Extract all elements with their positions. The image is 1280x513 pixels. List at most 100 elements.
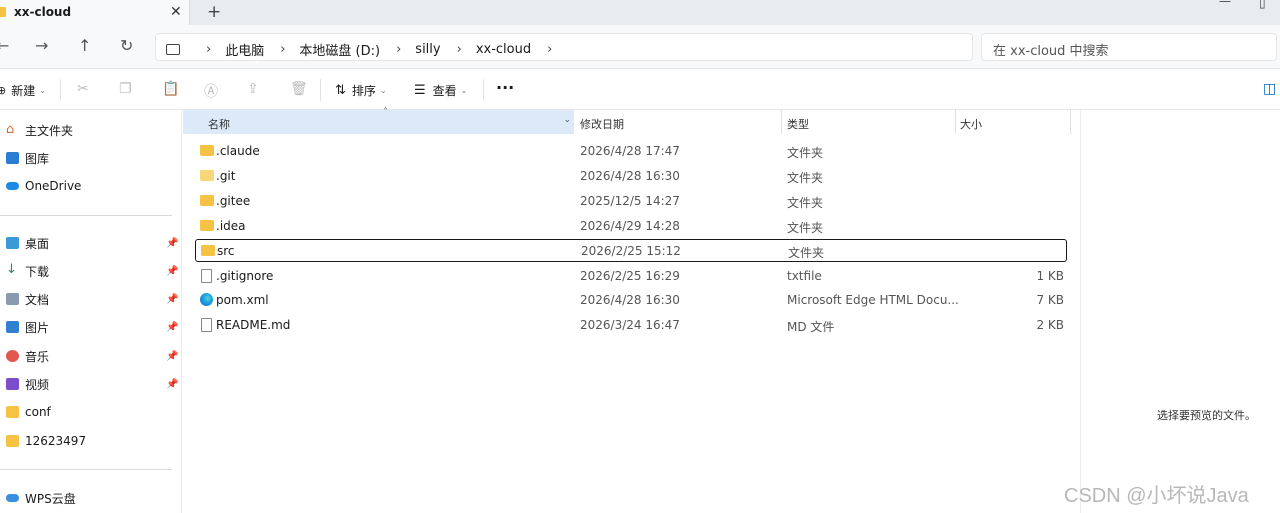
- sidebar-item-label: 12623497: [25, 434, 87, 448]
- breadcrumb-silly[interactable]: silly: [415, 42, 440, 57]
- pin-icon[interactable]: 📌: [166, 322, 178, 333]
- file-name: .idea: [216, 219, 246, 233]
- view-button[interactable]: ☰ 查看 ⌄: [414, 82, 467, 99]
- divider: [60, 79, 61, 101]
- file-name: src: [217, 244, 235, 258]
- maximize-button[interactable]: ▯: [1259, 0, 1266, 10]
- file-row-src[interactable]: src 2026/2/25 15:12 文件夹: [195, 239, 1067, 262]
- chevron-down-icon[interactable]: ⌄: [563, 115, 571, 125]
- sidebar-item-documents[interactable]: 文档 📌: [0, 288, 182, 310]
- divider: [483, 79, 484, 101]
- minimize-button[interactable]: —: [1219, 0, 1231, 8]
- details-pane-icon[interactable]: ◫: [1263, 81, 1276, 97]
- file-type: 文件夹: [787, 171, 824, 185]
- folder-icon: [201, 245, 215, 256]
- breadcrumb-xx-cloud[interactable]: xx-cloud: [476, 42, 531, 57]
- new-tab-button[interactable]: +: [207, 1, 221, 23]
- sidebar-item-gallery[interactable]: 图库: [0, 147, 182, 169]
- sidebar-item-label: 主文件夹: [25, 123, 74, 138]
- sort-button[interactable]: ⇅ 排序 ⌄: [335, 82, 387, 99]
- file-row-gitignore[interactable]: .gitignore 2026/2/25 16:29 txtfile 1 KB: [195, 265, 1067, 287]
- folder-icon: [200, 195, 214, 206]
- file-row-idea[interactable]: .idea 2026/4/29 14:28 文件夹: [195, 215, 1067, 237]
- share-icon[interactable]: ⇪: [247, 81, 259, 97]
- column-name-label: 名称: [208, 118, 230, 131]
- file-date: 2026/4/28 16:30: [580, 293, 680, 307]
- pin-icon[interactable]: 📌: [166, 351, 178, 362]
- sidebar-item-music[interactable]: 音乐 📌: [0, 345, 182, 367]
- folder-icon: [6, 435, 19, 447]
- chevron-right-icon[interactable]: ›: [206, 42, 211, 57]
- watermark: CSDN @小坏说Java: [1064, 485, 1249, 507]
- column-size[interactable]: 大小: [955, 110, 1070, 134]
- pin-icon[interactable]: 📌: [166, 266, 178, 277]
- divider: [0, 215, 172, 216]
- sidebar-item-pictures[interactable]: 图片 📌: [0, 316, 182, 338]
- sidebar-item-home[interactable]: ⌂ 主文件夹: [0, 119, 182, 141]
- paste-icon[interactable]: 📋: [162, 81, 179, 97]
- close-tab-icon[interactable]: ✕: [170, 3, 182, 21]
- forward-button[interactable]: →: [35, 35, 48, 57]
- pin-icon[interactable]: 📌: [166, 379, 178, 390]
- file-list: 名称 ˄ ⌄ 修改日期 类型 大小 .claude 2026/4/28 17:4…: [183, 107, 1080, 513]
- pin-icon[interactable]: 📌: [166, 238, 178, 249]
- sidebar-item-label: 文档: [25, 292, 50, 307]
- divider: [320, 79, 321, 101]
- copy-icon[interactable]: ❐: [119, 81, 132, 97]
- cloud-icon: [6, 494, 19, 502]
- chevron-right-icon[interactable]: ›: [396, 42, 401, 57]
- delete-icon[interactable]: 🗑: [290, 81, 308, 97]
- file-row-claude[interactable]: .claude 2026/4/28 17:47 文件夹: [195, 140, 1067, 162]
- pin-icon[interactable]: 📌: [166, 294, 178, 305]
- sidebar-item-desktop[interactable]: 桌面 📌: [0, 232, 182, 254]
- preview-pane: 选择要预览的文件。: [1080, 110, 1280, 513]
- sidebar-item-downloads[interactable]: ↓ 下载 📌: [0, 260, 182, 282]
- file-row-git[interactable]: .git 2026/4/28 16:30 文件夹: [195, 165, 1067, 187]
- new-label: 新建: [11, 84, 36, 98]
- title-bar: xx-cloud ✕ + — ▯: [0, 0, 1280, 25]
- pictures-icon: [6, 321, 19, 333]
- back-button[interactable]: ←: [0, 35, 9, 57]
- column-date[interactable]: 修改日期: [575, 110, 782, 134]
- up-button[interactable]: ↑: [78, 35, 91, 57]
- file-row-readme[interactable]: README.md 2026/3/24 16:47 MD 文件 2 KB: [195, 314, 1067, 336]
- file-row-gitee[interactable]: .gitee 2025/12/5 14:27 文件夹: [195, 190, 1067, 212]
- new-button[interactable]: ⊕ 新建 ⌄: [0, 82, 46, 99]
- sidebar-item-onedrive[interactable]: OneDrive: [0, 175, 182, 197]
- sidebar-item-label: 桌面: [25, 236, 50, 251]
- sidebar-item-wps-cloud[interactable]: WPS云盘: [0, 487, 182, 509]
- file-icon: [201, 269, 212, 283]
- breadcrumb-local-disk[interactable]: 本地磁盘 (D:): [299, 40, 380, 59]
- column-name[interactable]: 名称 ˄ ⌄: [183, 107, 574, 134]
- rename-icon[interactable]: Ⓐ: [204, 81, 218, 101]
- breadcrumb-this-pc[interactable]: 此电脑: [225, 40, 264, 59]
- tab-xx-cloud[interactable]: xx-cloud ✕: [0, 0, 190, 25]
- more-options-button[interactable]: ···: [496, 78, 514, 97]
- chevron-down-icon: ⌄: [460, 86, 468, 95]
- sidebar-item-videos[interactable]: 视频 📌: [0, 373, 182, 395]
- file-row-pom-xml[interactable]: pom.xml 2026/4/28 16:30 Microsoft Edge H…: [195, 289, 1067, 311]
- search-input[interactable]: 在 xx-cloud 中搜索: [981, 33, 1277, 61]
- folder-icon: [6, 406, 19, 418]
- chevron-right-icon[interactable]: ›: [457, 42, 462, 57]
- address-bar[interactable]: › 此电脑 › 本地磁盘 (D:) › silly › xx-cloud ›: [155, 33, 973, 61]
- file-size: 1 KB: [1036, 269, 1064, 283]
- column-type[interactable]: 类型: [782, 110, 955, 134]
- column-divider[interactable]: [1070, 110, 1071, 134]
- file-date: 2025/12/5 14:27: [580, 194, 680, 208]
- file-icon: [201, 318, 212, 332]
- preview-message: 选择要预览的文件。: [1157, 409, 1256, 422]
- sidebar-item-conf[interactable]: conf: [0, 401, 182, 423]
- file-name: pom.xml: [216, 293, 269, 307]
- file-size: 7 KB: [1036, 293, 1064, 307]
- edge-icon: [200, 293, 213, 306]
- chevron-right-icon[interactable]: ›: [280, 42, 285, 57]
- refresh-button[interactable]: ↻: [120, 35, 133, 57]
- file-type: 文件夹: [787, 146, 824, 160]
- computer-icon[interactable]: [166, 44, 180, 55]
- sidebar-item-label: conf: [25, 405, 51, 419]
- sidebar-item-12623497[interactable]: 12623497: [0, 430, 182, 452]
- cut-icon[interactable]: ✂: [77, 81, 89, 97]
- chevron-right-icon[interactable]: ›: [547, 42, 552, 57]
- file-date: 2026/4/28 16:30: [580, 169, 680, 183]
